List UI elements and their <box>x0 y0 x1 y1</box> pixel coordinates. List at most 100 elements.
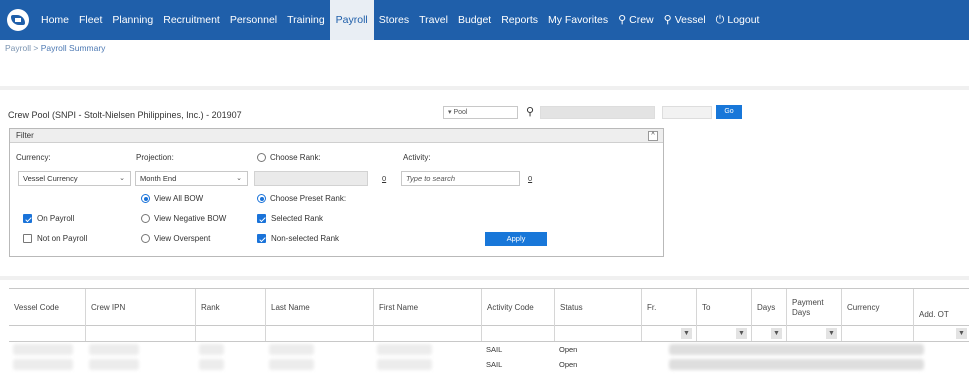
radio-icon <box>257 153 266 162</box>
col-last-name[interactable]: Last Name <box>265 289 373 326</box>
breadcrumb-root[interactable]: Payroll <box>5 43 31 53</box>
filter-cell[interactable] <box>195 326 265 341</box>
filter-funnel-icon[interactable]: ▼ <box>736 328 747 339</box>
status-cell: Open <box>559 345 578 354</box>
checkbox-checked-icon <box>257 234 266 243</box>
nav-item-personnel[interactable]: Personnel <box>225 0 282 40</box>
nav-vessel-label: Vessel <box>674 14 706 26</box>
view-overspent-radio[interactable]: View Overspent <box>141 234 210 243</box>
filter-cell[interactable] <box>481 326 554 341</box>
selected-rank-label: Selected Rank <box>271 214 324 223</box>
col-currency[interactable]: Currency <box>841 289 913 326</box>
not-on-payroll-checkbox[interactable]: Not on Payroll <box>23 234 87 243</box>
nav-item-reports[interactable]: Reports <box>496 0 543 40</box>
col-payment-days[interactable]: Payment Days <box>786 289 841 326</box>
caret-down-icon: ▾ <box>448 109 452 116</box>
filter-funnel-icon[interactable]: ▼ <box>956 328 967 339</box>
filter-cell[interactable] <box>85 326 195 341</box>
nav-item-stores[interactable]: Stores <box>374 0 414 40</box>
radio-icon <box>141 214 150 223</box>
nav-item-fleet[interactable]: Fleet <box>74 0 107 40</box>
nav-item-recruitment[interactable]: Recruitment <box>158 0 225 40</box>
filter-funnel-icon[interactable]: ▼ <box>826 328 837 339</box>
apply-button[interactable]: Apply <box>485 232 547 246</box>
col-from[interactable]: Fr. <box>641 289 696 326</box>
nav-item-planning[interactable]: Planning <box>107 0 158 40</box>
nav-item-home[interactable]: Home <box>36 0 74 40</box>
nav-item-payroll[interactable]: Payroll <box>329 0 374 40</box>
app-logo[interactable] <box>0 0 36 40</box>
col-add-ot[interactable]: Add. OT <box>913 289 969 326</box>
checkbox-checked-icon <box>23 214 32 223</box>
filter-cell[interactable] <box>265 326 373 341</box>
choose-rank-radio[interactable]: Choose Rank: <box>257 153 321 162</box>
redacted-cell <box>89 344 139 355</box>
selected-rank-checkbox[interactable]: Selected Rank <box>257 214 323 223</box>
collapse-icon[interactable]: ^ <box>648 131 658 141</box>
section-divider <box>0 276 969 280</box>
view-all-bow-radio[interactable]: View All BOW <box>141 194 203 203</box>
projection-label: Projection: <box>136 153 174 162</box>
filter-cell[interactable] <box>841 326 913 341</box>
radio-selected-icon <box>257 194 266 203</box>
redacted-cell <box>377 359 432 370</box>
col-crew-ipn[interactable]: Crew IPN <box>85 289 195 326</box>
grid-filter-row: ▼ ▼ ▼ ▼ ▼ <box>9 326 969 342</box>
view-negative-bow-label: View Negative BOW <box>154 214 227 223</box>
filter-funnel-icon[interactable]: ▼ <box>681 328 692 339</box>
nav-item-training[interactable]: Training <box>282 0 330 40</box>
redacted-cell <box>13 344 73 355</box>
table-row[interactable]: SAIL Open <box>9 342 969 357</box>
search-icon: ⚲ <box>618 14 627 26</box>
choose-preset-rank-radio[interactable]: Choose Preset Rank: <box>257 194 346 203</box>
col-first-name[interactable]: First Name <box>373 289 481 326</box>
col-to[interactable]: To <box>696 289 751 326</box>
nav-item-vessel-search[interactable]: ⚲ Vessel <box>659 0 711 40</box>
page-title: Crew Pool (SNPI - Stolt-Nielsen Philippi… <box>8 110 242 120</box>
nav-item-my-favorites[interactable]: My Favorites <box>543 0 613 40</box>
filter-header: Filter ^ <box>10 129 663 143</box>
on-payroll-label: On Payroll <box>37 214 75 223</box>
view-overspent-label: View Overspent <box>154 234 211 243</box>
view-negative-bow-radio[interactable]: View Negative BOW <box>141 214 226 223</box>
chevron-down-icon: ⌄ <box>236 175 242 182</box>
redacted-cell <box>377 344 432 355</box>
pool-dropdown[interactable]: ▾ Pool <box>443 106 518 119</box>
col-days[interactable]: Days <box>751 289 786 326</box>
nav-crew-label: Crew <box>629 14 654 26</box>
choose-preset-rank-label: Choose Preset Rank: <box>270 194 347 203</box>
rank-count-link[interactable]: 0 <box>382 174 386 183</box>
search-input[interactable] <box>540 106 655 119</box>
nav-item-budget[interactable]: Budget <box>453 0 496 40</box>
col-status[interactable]: Status <box>554 289 641 326</box>
projection-value: Month End <box>140 174 177 183</box>
activity-count-link[interactable]: 0 <box>528 174 532 183</box>
on-payroll-checkbox[interactable]: On Payroll <box>23 214 74 223</box>
nav-menu: Home Fleet Planning Recruitment Personne… <box>36 0 764 40</box>
projection-dropdown[interactable]: Month End ⌄ <box>135 171 248 186</box>
breadcrumb-separator: > <box>33 43 39 53</box>
nav-item-travel[interactable]: Travel <box>414 0 453 40</box>
nav-item-logout[interactable]: ⏻ Logout <box>711 0 765 40</box>
currency-dropdown[interactable]: Vessel Currency ⌄ <box>18 171 131 186</box>
table-row[interactable]: SAIL Open <box>9 357 969 372</box>
col-activity-code[interactable]: Activity Code <box>481 289 554 326</box>
col-rank[interactable]: Rank <box>195 289 265 326</box>
activity-search-input[interactable]: Type to search <box>401 171 520 186</box>
col-vessel-code[interactable]: Vessel Code <box>9 289 85 326</box>
rank-input[interactable] <box>254 171 368 186</box>
search-icon: ⚲ <box>663 14 672 26</box>
filter-funnel-icon[interactable]: ▼ <box>771 328 782 339</box>
view-all-bow-label: View All BOW <box>154 194 204 203</box>
filter-cell[interactable] <box>554 326 641 341</box>
nav-item-crew-search[interactable]: ⚲ Crew <box>613 0 659 40</box>
radio-icon <box>141 234 150 243</box>
go-button[interactable]: Go <box>716 105 742 119</box>
pool-dropdown-value: Pool <box>453 109 468 116</box>
period-input[interactable] <box>662 106 712 119</box>
non-selected-rank-checkbox[interactable]: Non-selected Rank <box>257 234 339 243</box>
breadcrumb-current: Payroll Summary <box>40 43 106 53</box>
redacted-cell <box>669 359 924 370</box>
filter-cell[interactable] <box>373 326 481 341</box>
radio-selected-icon <box>141 194 150 203</box>
